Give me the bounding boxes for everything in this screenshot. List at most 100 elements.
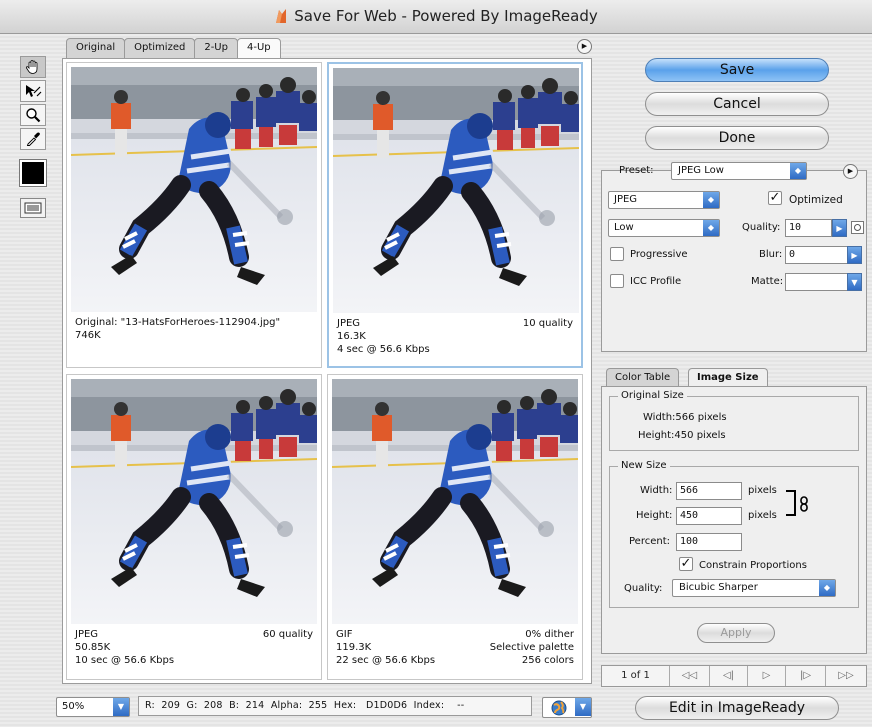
apply-button[interactable]: Apply xyxy=(697,623,775,643)
constrain-link-bracket xyxy=(786,490,796,516)
tab-original[interactable]: Original xyxy=(66,38,126,58)
last-frame-button[interactable]: ▷▷ xyxy=(826,666,866,686)
dropdown-arrow-icon: ◆ xyxy=(819,580,835,596)
tab-4-up[interactable]: 4-Up xyxy=(236,38,281,58)
matte-color-field[interactable] xyxy=(785,273,848,291)
height-label: Height: xyxy=(636,510,673,521)
preview-pane-original[interactable]: Original: "13-HatsForHeroes-112904.jpg" … xyxy=(66,62,322,368)
pane-info-text: Selective palette xyxy=(489,642,574,653)
original-size-title: Original Size xyxy=(618,390,687,401)
play-button[interactable]: ▷ xyxy=(748,666,786,686)
slice-select-tool-icon[interactable] xyxy=(20,80,46,102)
width-input[interactable]: 566 xyxy=(676,482,742,500)
pane-info: GIF 0% dither 119.3K Selective palette 22 … xyxy=(336,628,574,667)
first-frame-button[interactable]: ◁◁ xyxy=(670,666,710,686)
width-label: Width: xyxy=(640,485,673,496)
color-readout: R: 209 G: 208 B: 214 Alpha: 255 Hex: D1D… xyxy=(138,696,532,716)
previous-frame-button[interactable]: ◁| xyxy=(710,666,748,686)
frame-counter: 1 of 1 xyxy=(602,666,670,686)
preview-grid: Original: "13-HatsForHeroes-112904.jpg" … xyxy=(62,58,592,684)
resample-quality-select[interactable]: Bicubic Sharper ◆ xyxy=(672,579,836,597)
eyedropper-color-swatch[interactable] xyxy=(19,159,47,187)
preset-select[interactable]: JPEG Low ◆ xyxy=(671,162,807,180)
preset-label: Preset: xyxy=(619,165,654,176)
dropdown-arrow-icon: ▼ xyxy=(575,698,591,716)
pane-info-text: 4 sec @ 56.6 Kbps xyxy=(337,344,430,355)
dropdown-arrow-icon: ◆ xyxy=(790,163,806,179)
imageready-app-icon xyxy=(274,8,288,24)
save-button[interactable]: Save xyxy=(645,58,829,82)
new-size-title: New Size xyxy=(618,460,670,471)
icc-profile-checkbox[interactable] xyxy=(610,274,624,288)
pane-info-text: 60 quality xyxy=(262,629,313,640)
preset-value: JPEG Low xyxy=(678,165,724,176)
pane-info-text: 746K xyxy=(75,330,101,341)
resample-quality-value: Bicubic Sharper xyxy=(679,582,758,593)
tab-optimized[interactable]: Optimized xyxy=(124,38,196,58)
tab-image-size[interactable]: Image Size xyxy=(688,368,768,387)
constrain-proportions-checkbox[interactable]: ✓ xyxy=(679,557,693,571)
pane-info-text: Original: "13-HatsForHeroes-112904.jpg" xyxy=(75,317,281,328)
pane-info-text: 119.3K xyxy=(336,642,372,653)
preview-menu-icon[interactable]: ▶ xyxy=(577,39,592,54)
progressive-label: Progressive xyxy=(630,249,688,260)
next-frame-button[interactable]: |▷ xyxy=(786,666,826,686)
window-title: Save For Web - Powered By ImageReady xyxy=(294,7,598,25)
compression-quality-select[interactable]: Low ◆ xyxy=(608,219,720,237)
blur-slider-arrow-icon[interactable]: ▶ xyxy=(847,246,862,264)
optimize-menu-icon[interactable]: ▶ xyxy=(843,164,858,179)
preview-image xyxy=(71,67,317,312)
tab-color-table[interactable]: Color Table xyxy=(606,368,680,387)
progressive-checkbox[interactable] xyxy=(610,247,624,261)
original-size-group: Original Size xyxy=(609,390,859,451)
percent-input[interactable]: 100 xyxy=(676,533,742,551)
dropdown-arrow-icon: ◆ xyxy=(703,220,719,236)
pane-info-text: GIF xyxy=(336,629,353,640)
file-format-select[interactable]: JPEG ◆ xyxy=(608,191,720,209)
matte-label: Matte: xyxy=(751,276,784,287)
pane-info-text: 10 sec @ 56.6 Kbps xyxy=(75,655,175,666)
original-height-text: Height:450 pixels xyxy=(638,430,726,441)
pane-info-text: JPEG xyxy=(337,318,361,329)
pane-info-text: 16.3K xyxy=(337,331,366,342)
animation-navigation: 1 of 1 ◁◁ ◁| ▷ |▷ ▷▷ xyxy=(601,665,867,687)
pane-info-text: JPEG xyxy=(75,629,99,640)
dropdown-arrow-icon: ▼ xyxy=(113,698,129,716)
pane-info: Original: "13-HatsForHeroes-112904.jpg" … xyxy=(75,316,313,342)
hand-tool-icon[interactable] xyxy=(20,56,46,78)
constrain-proportions-label: Constrain Proportions xyxy=(699,560,807,571)
preview-in-browser-button[interactable]: ▼ xyxy=(542,697,592,718)
height-input[interactable]: 450 xyxy=(676,507,742,525)
quality-input[interactable]: 10 xyxy=(785,219,832,237)
icc-profile-label: ICC Profile xyxy=(630,276,682,287)
tab-2-up[interactable]: 2-Up xyxy=(194,38,238,58)
preview-pane-gif[interactable]: GIF 0% dither 119.3K Selective palette 22 … xyxy=(327,374,583,680)
done-button[interactable]: Done xyxy=(645,126,829,150)
file-format-value: JPEG xyxy=(614,194,638,205)
pane-info: JPEG 10 quality 16.3K 4 sec @ 56.6 Kbps xyxy=(337,317,573,356)
pane-info-text: 256 colors xyxy=(521,655,574,666)
toggle-slices-visibility-icon[interactable] xyxy=(20,198,46,218)
zoom-tool-icon[interactable] xyxy=(20,104,46,126)
matte-dropdown-arrow-icon[interactable]: ▼ xyxy=(847,273,862,291)
pane-info-text: 50.85K xyxy=(75,642,111,653)
eyedropper-tool-icon[interactable] xyxy=(20,128,46,150)
dropdown-arrow-icon: ◆ xyxy=(703,192,719,208)
width-units: pixels xyxy=(748,485,777,496)
browser-globe-icon xyxy=(551,700,567,719)
preview-image xyxy=(71,379,317,624)
zoom-level-select[interactable]: 50% ▼ xyxy=(56,697,130,717)
chain-link-icon xyxy=(799,496,809,515)
quality-mask-icon[interactable] xyxy=(851,221,864,234)
optimized-checkbox[interactable]: ✓ xyxy=(768,191,782,205)
pane-info-text: 10 quality xyxy=(522,318,573,329)
height-units: pixels xyxy=(748,510,777,521)
toolbox xyxy=(19,56,48,218)
blur-input[interactable]: 0 xyxy=(785,246,848,264)
preview-image xyxy=(333,68,579,313)
preview-pane-jpeg-10[interactable]: JPEG 10 quality 16.3K 4 sec @ 56.6 Kbps xyxy=(327,62,583,368)
quality-slider-arrow-icon[interactable]: ▶ xyxy=(832,219,847,237)
edit-in-imageready-button[interactable]: Edit in ImageReady xyxy=(635,696,839,720)
cancel-button[interactable]: Cancel xyxy=(645,92,829,116)
preview-pane-jpeg-60[interactable]: JPEG 60 quality 50.85K 10 sec @ 56.6 Kbps xyxy=(66,374,322,680)
